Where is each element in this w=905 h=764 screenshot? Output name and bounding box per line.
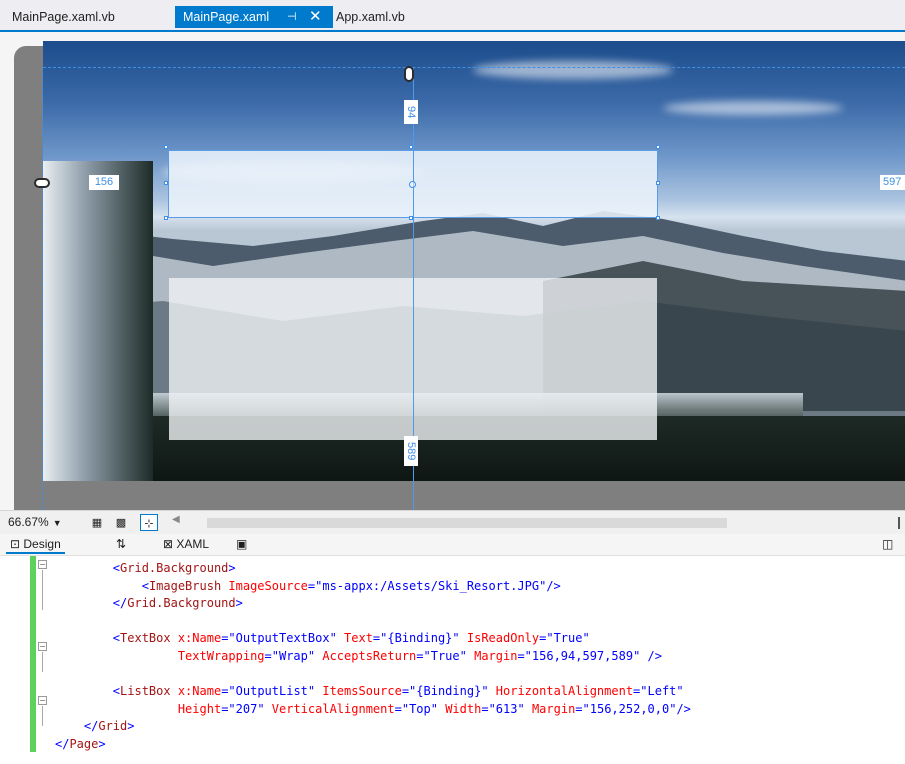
collapse-icon[interactable]: − — [38, 642, 47, 651]
design-tab[interactable]: ⊡ Design — [6, 537, 65, 554]
cloud — [663, 101, 843, 115]
resize-handle[interactable] — [656, 181, 660, 185]
fold-guide — [42, 652, 43, 672]
designer-toolbar: 66.67% ▼ ▦ ▩ ⊹ ◀ — [0, 510, 905, 534]
code-line[interactable] — [55, 613, 691, 631]
fold-guide — [42, 570, 43, 610]
swap-panes-icon[interactable]: ⇅ — [116, 537, 126, 551]
xaml-label: XAML — [176, 537, 210, 551]
margin-bottom-label: 589 — [404, 436, 418, 466]
view-switch-bar: ⊡ Design ⇅ ⊠ XAML ▣ ◫ — [0, 534, 905, 556]
code-line[interactable]: </Page> — [55, 736, 691, 754]
code-line[interactable]: TextWrapping="Wrap" AcceptsReturn="True"… — [55, 648, 691, 666]
fold-guide — [42, 706, 43, 726]
xaml-tab[interactable]: ⊠ XAML — [163, 537, 209, 551]
code-line[interactable]: Height="207" VerticalAlignment="Top" Wid… — [55, 701, 691, 719]
resize-handle[interactable] — [656, 145, 660, 149]
margin-right-label: 597 — [880, 175, 905, 190]
horizontal-scrollbar[interactable] — [207, 518, 727, 528]
margin-left-label: 156 — [89, 175, 119, 190]
code-line[interactable]: <Grid.Background> — [55, 560, 691, 578]
document-outline-icon[interactable]: ▣ — [236, 537, 247, 551]
code-line[interactable]: </Grid.Background> — [55, 595, 691, 613]
code-line[interactable]: <TextBox x:Name="OutputTextBox" Text="{B… — [55, 630, 691, 648]
margin-top-label: 94 — [404, 100, 418, 124]
snap-grid-icon[interactable]: ▩ — [112, 514, 130, 531]
tab-mainpage-xaml[interactable]: MainPage.xaml ⊣ ✕ — [175, 6, 333, 28]
code-line[interactable]: <ListBox x:Name="OutputList" ItemsSource… — [55, 683, 691, 701]
resize-handle[interactable] — [409, 216, 413, 220]
left-anchor-chain-icon[interactable] — [34, 178, 50, 188]
code-line[interactable]: <ImageBrush ImageSource="ms-appx:/Assets… — [55, 578, 691, 596]
zoom-value: 66.67% — [8, 515, 49, 529]
xaml-icon: ⊠ — [163, 537, 177, 551]
xaml-editor[interactable]: − − − <Grid.Background> <ImageBrush Imag… — [0, 556, 905, 764]
center-point — [409, 181, 416, 188]
top-margin-guide — [43, 67, 905, 68]
resize-handle[interactable] — [409, 145, 413, 149]
design-icon: ⊡ — [10, 537, 24, 551]
resize-handle[interactable] — [656, 216, 660, 220]
collapse-icon[interactable]: − — [38, 696, 47, 705]
collapse-icon[interactable]: − — [38, 560, 47, 569]
top-anchor-chain-icon[interactable] — [404, 66, 414, 82]
document-tab-bar: MainPage.xaml.vb MainPage.xaml ⊣ ✕ App.x… — [0, 0, 905, 32]
scroll-left-icon[interactable]: ◀ — [172, 514, 180, 525]
design-label: Design — [23, 537, 61, 551]
tab-mainpage-xaml-vb[interactable]: MainPage.xaml.vb — [12, 6, 115, 28]
snap-lines-icon[interactable]: ⊹ — [140, 514, 158, 531]
change-tracking-bar — [30, 556, 36, 752]
code-line[interactable] — [55, 666, 691, 684]
scrollbar-end — [898, 517, 900, 529]
chevron-down-icon: ▼ — [52, 518, 62, 528]
cloud — [473, 61, 673, 79]
snowy-trees — [43, 161, 153, 481]
resize-handle[interactable] — [164, 145, 168, 149]
code-line[interactable]: </Grid> — [55, 718, 691, 736]
code-text[interactable]: <Grid.Background> <ImageBrush ImageSourc… — [55, 560, 691, 754]
tab-app-xaml-vb[interactable]: App.xaml.vb — [336, 6, 405, 28]
pin-icon[interactable]: ⊣ — [287, 6, 297, 28]
tab-label: MainPage.xaml — [183, 10, 270, 24]
split-layout-icon[interactable]: ◫ — [882, 537, 893, 551]
grid-icon[interactable]: ▦ — [88, 514, 106, 531]
resize-handle[interactable] — [164, 216, 168, 220]
close-icon[interactable]: ✕ — [309, 6, 322, 28]
zoom-dropdown[interactable]: 66.67% ▼ — [8, 515, 62, 529]
resize-handle[interactable] — [164, 181, 168, 185]
left-margin-guide — [42, 68, 43, 510]
